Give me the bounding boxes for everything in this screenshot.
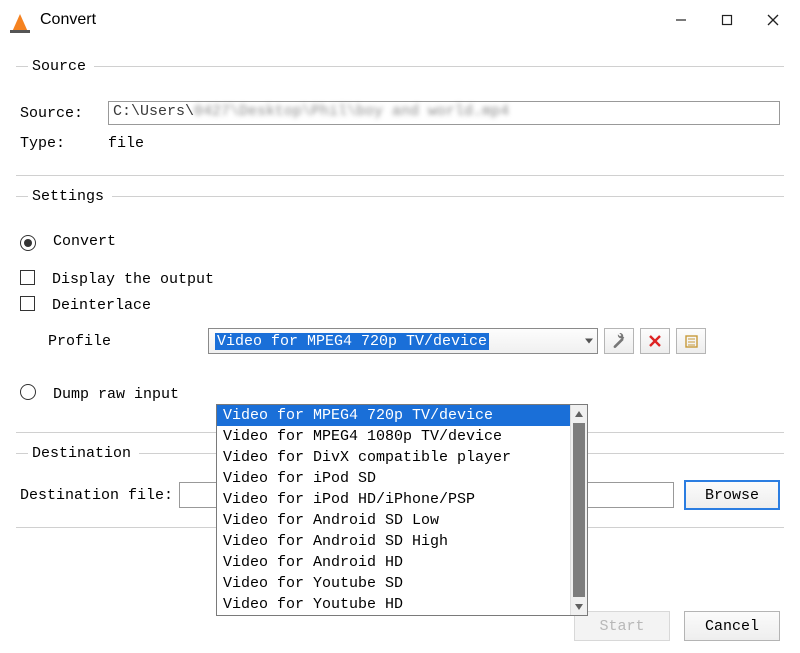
- profile-selected-text: Video for MPEG4 720p TV/device: [215, 333, 489, 350]
- destination-legend: Destination: [28, 445, 139, 462]
- profile-option[interactable]: Video for Youtube SD: [217, 573, 587, 594]
- wrench-icon: [611, 333, 627, 349]
- close-button[interactable]: [750, 4, 796, 36]
- profile-option[interactable]: Video for DivX compatible player: [217, 447, 587, 468]
- source-path-visible: C:\Users\: [113, 103, 194, 120]
- profile-option[interactable]: Video for MPEG4 720p TV/device: [217, 405, 587, 426]
- profile-option[interactable]: Video for Youtube HD: [217, 594, 587, 615]
- profile-option[interactable]: Video for Android SD Low: [217, 510, 587, 531]
- display-output-label: Display the output: [52, 271, 214, 288]
- source-legend: Source: [28, 58, 94, 75]
- browse-button[interactable]: Browse: [684, 480, 780, 510]
- titlebar: Convert: [0, 0, 800, 40]
- dropdown-scrollbar[interactable]: [570, 405, 587, 615]
- vlc-cone-icon: [8, 8, 32, 32]
- profile-option[interactable]: Video for iPod HD/iPhone/PSP: [217, 489, 587, 510]
- window-title: Convert: [40, 11, 96, 29]
- chevron-down-icon: [585, 339, 593, 344]
- cancel-button[interactable]: Cancel: [684, 611, 780, 641]
- profile-option[interactable]: Video for MPEG4 1080p TV/device: [217, 426, 587, 447]
- delete-x-icon: [648, 334, 662, 348]
- source-group: Source Source: C:\Users\0427\Desktop\Phi…: [16, 58, 784, 172]
- delete-profile-button[interactable]: [640, 328, 670, 354]
- settings-legend: Settings: [28, 188, 112, 205]
- minimize-button[interactable]: [658, 4, 704, 36]
- maximize-button[interactable]: [704, 4, 750, 36]
- type-value: file: [108, 135, 144, 152]
- source-label: Source:: [20, 105, 108, 122]
- profile-label: Profile: [48, 333, 208, 350]
- checkbox-icon: [20, 296, 35, 311]
- source-path-obscured: 0427\Desktop\Phil\boy and world.mp4: [194, 103, 509, 120]
- start-button[interactable]: Start: [574, 611, 670, 641]
- destination-file-label: Destination file:: [20, 487, 173, 504]
- profile-option[interactable]: Video for iPod SD: [217, 468, 587, 489]
- profile-option[interactable]: Video for Android SD High: [217, 531, 587, 552]
- edit-profile-button[interactable]: [604, 328, 634, 354]
- convert-label: Convert: [53, 233, 116, 250]
- source-path-field[interactable]: C:\Users\0427\Desktop\Phil\boy and world…: [108, 101, 780, 125]
- profile-dropdown-list[interactable]: Video for MPEG4 720p TV/deviceVideo for …: [216, 404, 588, 616]
- dump-raw-radio-row[interactable]: Dump raw input: [20, 382, 780, 403]
- scroll-up-icon[interactable]: [571, 405, 588, 422]
- profile-combobox[interactable]: Video for MPEG4 720p TV/device: [208, 328, 598, 354]
- checkbox-icon: [20, 270, 35, 285]
- scrollbar-thumb[interactable]: [573, 423, 585, 597]
- type-label: Type:: [20, 135, 108, 152]
- settings-group: Settings Convert Display the output Dein…: [16, 188, 784, 429]
- convert-radio-row[interactable]: Convert: [20, 233, 780, 250]
- radio-icon: [20, 384, 36, 400]
- new-profile-button[interactable]: [676, 328, 706, 354]
- scroll-down-icon[interactable]: [571, 598, 588, 615]
- deinterlace-checkbox[interactable]: Deinterlace: [20, 294, 780, 314]
- radio-icon: [20, 235, 36, 251]
- dump-raw-label: Dump raw input: [53, 386, 179, 403]
- profile-option[interactable]: Video for Android HD: [217, 552, 587, 573]
- new-file-icon: [684, 334, 699, 349]
- deinterlace-label: Deinterlace: [52, 297, 151, 314]
- dialog-footer: Start Cancel: [574, 611, 780, 641]
- display-output-checkbox[interactable]: Display the output: [20, 268, 780, 288]
